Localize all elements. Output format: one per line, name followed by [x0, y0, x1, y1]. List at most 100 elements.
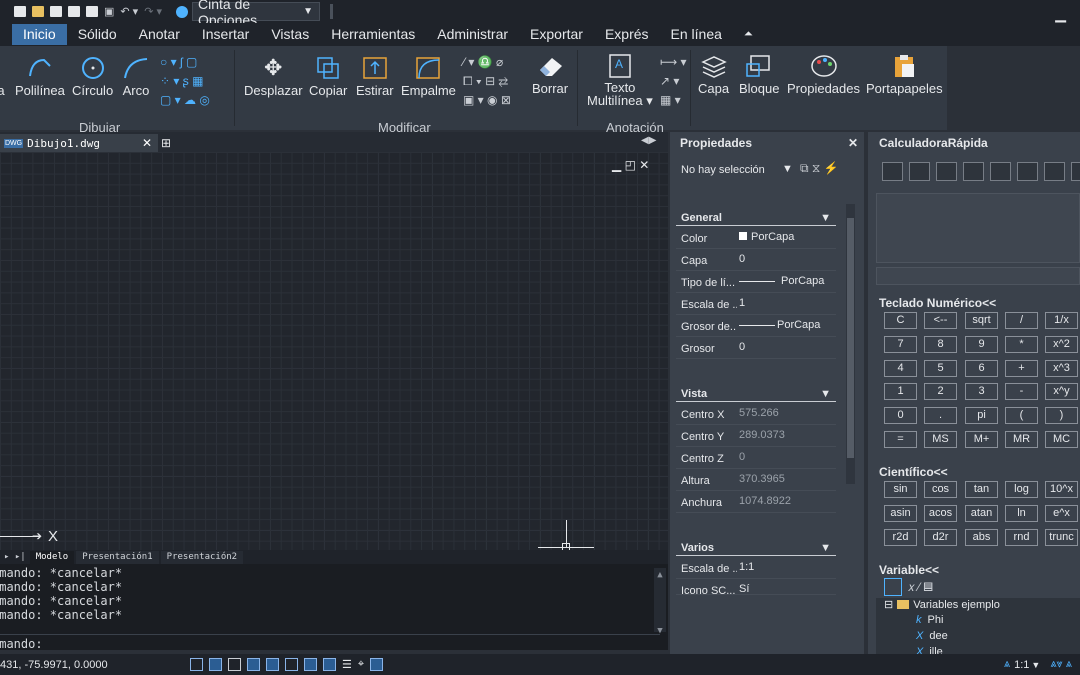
keypad-title[interactable]: Teclado Numérico<<	[879, 296, 996, 310]
layer-button[interactable]: Capa	[698, 54, 729, 96]
quick-props-icon[interactable]	[370, 658, 384, 671]
calc-key[interactable]: M+	[965, 431, 998, 448]
variable-item[interactable]: Xille	[916, 646, 943, 654]
calc-key[interactable]: trunc	[1045, 528, 1078, 546]
tab-administrar[interactable]: Administrar	[426, 24, 519, 45]
variable-item[interactable]: Xdee	[916, 630, 948, 642]
calc-key[interactable]: sqrt	[965, 312, 998, 329]
intersection-icon[interactable]	[1044, 162, 1065, 181]
fillet-button[interactable]: Empalme	[401, 56, 456, 98]
move-button[interactable]: ✥ Desplazar	[244, 55, 303, 98]
redo-icon[interactable]: ↷ ▾	[144, 5, 162, 18]
calc-key[interactable]: -	[1005, 383, 1038, 401]
stretch-button[interactable]: Estirar	[356, 56, 394, 98]
calc-key[interactable]: /	[1005, 312, 1038, 329]
modify-small-tools[interactable]: ⁄ ▾ ♎ ⌀ ⧠ ▾ ⊟ ⇄ ▣ ▾ ◉ ⊠	[463, 53, 511, 110]
calc-key[interactable]: (	[1005, 407, 1038, 425]
print-icon[interactable]	[86, 6, 98, 17]
group-vista[interactable]: Vista ▼	[676, 384, 836, 402]
layout-tab-presentacion2[interactable]: Presentación2	[160, 550, 244, 564]
dynamic-input-icon[interactable]	[323, 658, 336, 671]
paste-to-command-icon[interactable]	[936, 162, 957, 181]
draw-small-tools[interactable]: ○ ▾ ʃ ▢ ⁘ ▾ ʂ ▦ ▢ ▾ ☁ ◎	[160, 53, 210, 110]
property-row[interactable]: Escala de ... 1	[676, 293, 836, 315]
get-angle-icon[interactable]	[1017, 162, 1038, 181]
save-icon[interactable]	[50, 6, 62, 17]
property-row[interactable]: Escala de ... 1:1	[676, 557, 836, 579]
plot-icon[interactable]: ▣	[104, 5, 114, 18]
save-as-icon[interactable]	[68, 6, 80, 17]
calc-key[interactable]: atan	[965, 504, 998, 522]
calc-key[interactable]: 7	[884, 335, 917, 353]
properties-button[interactable]: Propiedades	[787, 54, 860, 96]
calc-key[interactable]: abs	[965, 528, 998, 546]
property-row[interactable]: Grosor 0	[676, 337, 836, 359]
calc-key[interactable]: pi	[965, 407, 998, 425]
calc-key[interactable]: 4	[884, 359, 917, 377]
calc-key[interactable]: MS	[924, 431, 957, 448]
tab-anotar[interactable]: Anotar	[128, 24, 191, 45]
property-row[interactable]: Capa 0	[676, 249, 836, 271]
calc-key[interactable]: r2d	[884, 528, 917, 546]
property-row[interactable]: Grosor de... PorCapa	[676, 315, 836, 337]
close-icon[interactable]: ✕	[848, 136, 858, 150]
calc-key[interactable]: log	[1005, 481, 1038, 498]
calc-key[interactable]: d2r	[924, 528, 957, 546]
property-row[interactable]: Icono SC... Sí	[676, 579, 836, 595]
tab-herramientas[interactable]: Herramientas	[320, 24, 426, 45]
new-variable-icon[interactable]	[884, 578, 902, 596]
calc-key[interactable]: *	[1005, 335, 1038, 353]
tree-folder[interactable]: ⊟ Variables ejemplo	[884, 598, 1000, 612]
ribbon-collapse-icon[interactable]: ⏶	[733, 24, 764, 45]
calc-key[interactable]: 9	[965, 335, 998, 353]
calc-key[interactable]: x^3	[1045, 359, 1078, 377]
get-point-icon[interactable]	[963, 162, 984, 181]
get-distance-icon[interactable]	[990, 162, 1011, 181]
tab-en-linea[interactable]: En línea	[660, 24, 733, 45]
properties-scrollbar[interactable]	[846, 204, 855, 484]
tab-vistas[interactable]: Vistas	[260, 24, 320, 45]
selection-tools-icons[interactable]: ⧉ ⧖ ⚡	[800, 161, 839, 176]
circle-button[interactable]: Círculo	[72, 56, 113, 98]
layout-tab-modelo[interactable]: Modelo	[29, 550, 75, 564]
property-row[interactable]: Tipo de lí... PorCapa	[676, 271, 836, 293]
calc-key[interactable]: +	[1005, 359, 1038, 377]
calc-key[interactable]: 10^x	[1045, 481, 1078, 498]
calc-key[interactable]: 1	[884, 383, 917, 401]
annotation-visibility-icons[interactable]: ⩓⩔ ⩓	[1050, 658, 1072, 671]
calc-key[interactable]: 2	[924, 383, 957, 401]
variable-tools-icons[interactable]: 𝑥 ⁄ ▤	[908, 580, 933, 595]
mtext-button[interactable]: A Texto Multilínea ▾	[587, 54, 653, 107]
close-icon[interactable]: ✕	[142, 136, 152, 150]
variable-title[interactable]: Variable<<	[879, 563, 939, 577]
calc-key[interactable]: 3	[965, 383, 998, 401]
history-clear-icon[interactable]	[909, 162, 930, 181]
tab-scroll-arrows[interactable]: ◀▶	[641, 135, 656, 146]
calc-input-field[interactable]	[876, 267, 1080, 285]
tab-expres[interactable]: Exprés	[594, 24, 660, 45]
annotation-scale-value[interactable]: 1:1	[1014, 659, 1029, 671]
workspace-switcher[interactable]: Cinta de Opciones ▼	[176, 0, 320, 28]
polyline-button[interactable]: Polilínea	[15, 56, 65, 98]
clipboard-button[interactable]: Portapapeles	[866, 54, 943, 96]
calc-key[interactable]: cos	[924, 481, 957, 498]
annotation-scale-icon[interactable]: ⩓	[1004, 658, 1010, 671]
command-prompt[interactable]: omando:	[0, 634, 660, 651]
undo-icon[interactable]: ↶ ▾	[120, 5, 138, 18]
group-general[interactable]: General ▼	[676, 208, 836, 226]
otrack-icon[interactable]	[285, 658, 298, 671]
lineweight-icon[interactable]: ☰	[342, 658, 352, 671]
erase-button[interactable]: Borrar	[532, 54, 568, 96]
scientific-title[interactable]: Científico<<	[879, 465, 948, 479]
tab-solido[interactable]: Sólido	[67, 24, 128, 45]
dynamic-ucs-icon[interactable]	[304, 658, 317, 671]
arc-button[interactable]: Arco	[122, 56, 150, 98]
osnap-icon[interactable]	[266, 658, 279, 671]
calc-key[interactable]: sin	[884, 481, 917, 498]
calc-key[interactable]: tan	[965, 481, 998, 498]
calc-key[interactable]: )	[1045, 407, 1078, 425]
annotation-small-tools[interactable]: ⟼ ▾ ↗ ▾ ▦ ▾	[660, 53, 687, 110]
calc-key[interactable]: rnd	[1005, 528, 1038, 546]
chevron-down-icon[interactable]: ▼	[782, 163, 793, 175]
drawing-canvas[interactable]	[0, 152, 668, 550]
